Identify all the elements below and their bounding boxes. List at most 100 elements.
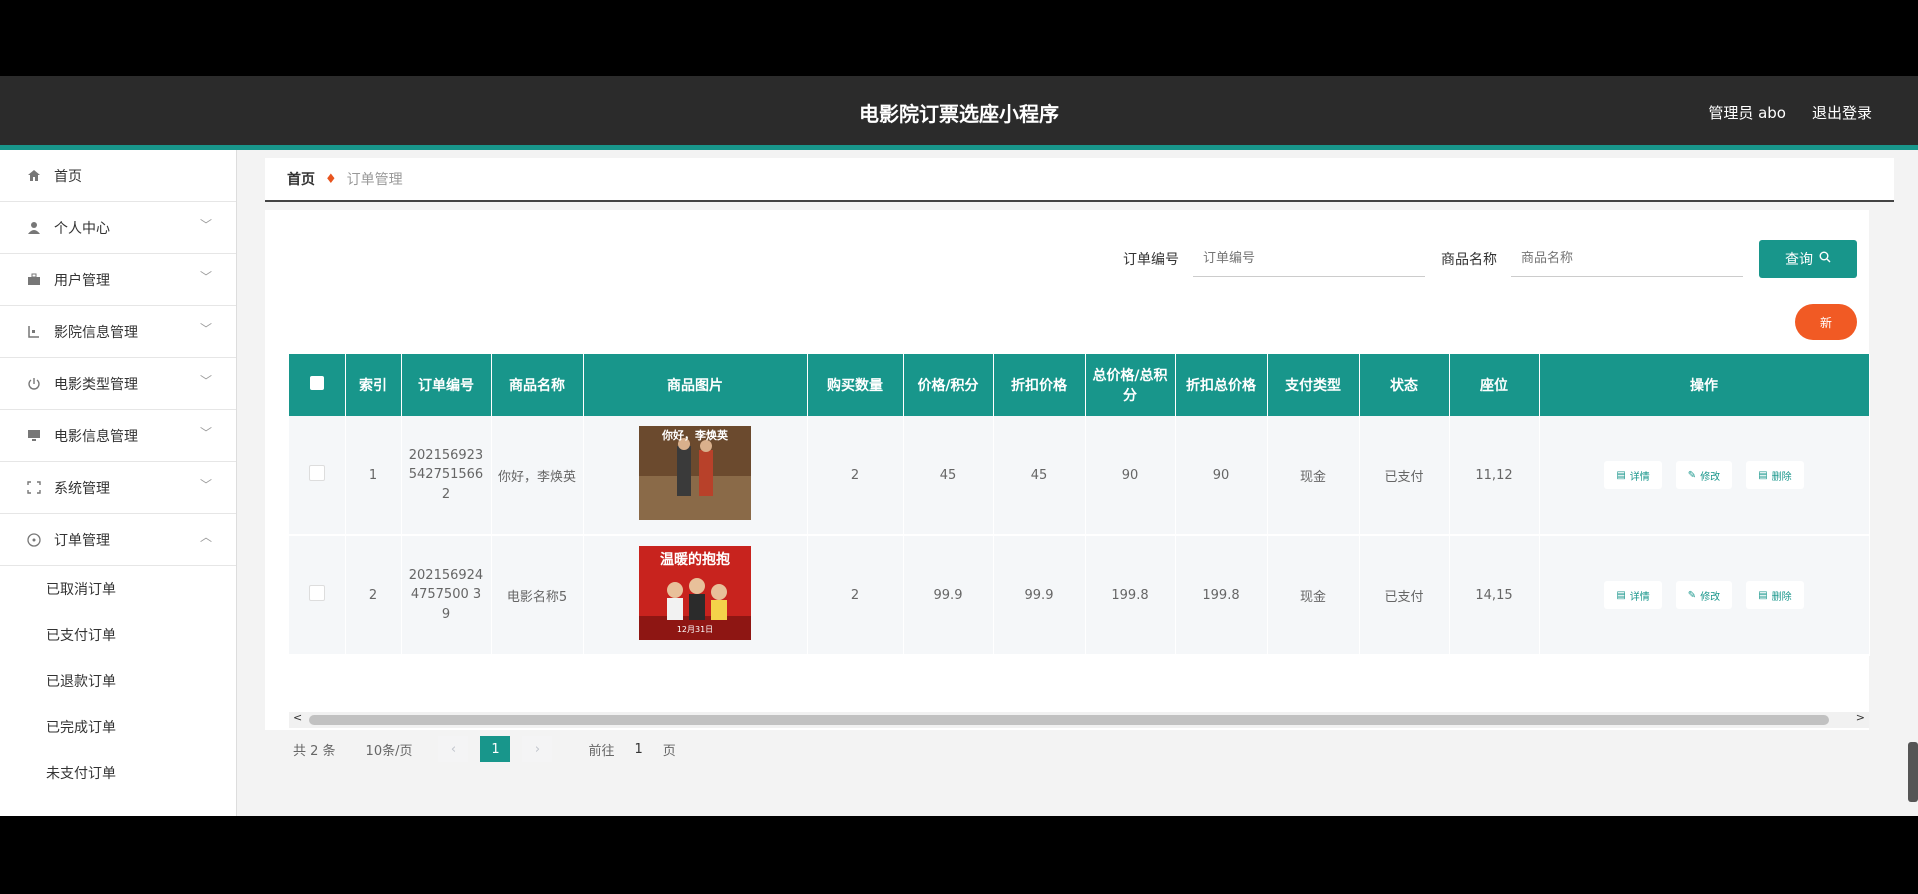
column-header: 折扣价格 [993,354,1086,416]
sidebar-item-movie-type[interactable]: 电影类型管理 ﹀ [0,358,236,410]
sidebar-item-label: 用户管理 [54,272,110,289]
scroll-right-arrow-icon[interactable]: > [1856,711,1865,724]
breadcrumb-home[interactable]: 首页 [287,169,315,189]
goto-input[interactable]: 1 [635,742,643,757]
query-button-label: 查询 [1785,252,1813,268]
sidebar-item-label: 系统管理 [54,480,110,497]
row-select-cell[interactable] [289,416,346,536]
product-name-input[interactable] [1511,241,1743,277]
flame-icon: ♦ [325,171,337,187]
page-unit-label: 页 [662,743,676,759]
column-header: 价格/积分 [903,354,994,416]
search-bar: 订单编号 商品名称 查询 [1123,240,1869,278]
admin-label: 管理员 abo [1708,104,1786,122]
next-page-button[interactable]: › [522,736,553,762]
page-number-button[interactable]: 1 [480,736,511,762]
cell-poster: 你好，李焕英 [583,416,808,536]
cell-qty: 2 [807,416,904,536]
sidebar-subitem-cancelled[interactable]: 已取消订单 [0,566,236,612]
delete-label: 删除 [1771,471,1792,483]
cell-seat: 11,12 [1449,416,1540,536]
cell-discount-total: 199.8 [1175,535,1268,656]
column-header: 购买数量 [807,354,904,416]
edit-button[interactable]: ✎ 修改 [1675,581,1733,609]
add-button[interactable]: 新 [1795,304,1857,340]
total-count: 共 2 条 [293,743,336,759]
poster-title-text: 你好，李焕英 [661,428,729,442]
user-icon [26,221,42,235]
product-name-label: 商品名称 [1441,252,1497,268]
edit-label: 修改 [1700,471,1721,483]
edit-label: 修改 [1700,591,1721,603]
cell-actions: ▤ 详情 ✎ 修改 ▤ 删除 [1539,535,1870,656]
building-icon [26,325,42,339]
delete-button[interactable]: ▤ 删除 [1746,581,1804,609]
edit-button[interactable]: ✎ 修改 [1675,461,1733,489]
select-all-header[interactable] [289,354,346,416]
query-button[interactable]: 查询 [1759,240,1857,278]
sidebar-item-home[interactable]: 首页 [0,150,236,202]
delete-label: 删除 [1771,591,1792,603]
poster-title-text: 温暖的抱抱 [660,551,730,568]
cell-discount: 45 [993,416,1086,536]
table-row: 2 2021569244757500 39 电影名称5 温暖的抱抱 12月31日… [289,535,1870,656]
delete-button[interactable]: ▤ 删除 [1746,461,1804,489]
order-table: 索引 订单编号 商品名称 商品图片 购买数量 价格/积分 折扣价格 总价格/总积… [289,354,1870,656]
sidebar-item-label: 电影类型管理 [54,376,138,393]
sidebar-subitem-paid[interactable]: 已支付订单 [0,612,236,658]
order-no-input[interactable] [1193,241,1425,277]
vertical-scrollbar[interactable] [1908,742,1918,802]
select-all-checkbox[interactable] [309,376,324,390]
scroll-left-arrow-icon[interactable]: < [293,711,302,724]
detail-button[interactable]: ▤ 详情 [1604,581,1662,609]
horizontal-scrollbar[interactable]: < > [289,711,1869,728]
breadcrumb: 首页 ♦ 订单管理 [265,158,1894,202]
order-no-label: 订单编号 [1123,252,1179,268]
cell-product: 你好，李焕英 [491,416,584,536]
sidebar-item-system[interactable]: 系统管理 ﹀ [0,462,236,514]
movie-poster-image[interactable]: 温暖的抱抱 12月31日 [639,546,751,640]
row-checkbox[interactable] [308,585,325,601]
row-checkbox[interactable] [308,465,325,481]
goto-label: 前往 [588,743,615,759]
sidebar-item-users[interactable]: 用户管理 ﹀ [0,254,236,306]
trash-icon: ▤ [1758,589,1768,601]
detail-button[interactable]: ▤ 详情 [1604,461,1662,489]
scrollbar-thumb[interactable] [309,715,1829,725]
cell-actions: ▤ 详情 ✎ 修改 ▤ 删除 [1539,416,1870,536]
sidebar-subitem-completed[interactable]: 已完成订单 [0,704,236,750]
detail-label: 详情 [1629,591,1650,603]
cell-price: 45 [903,416,994,536]
letterbox-top [0,0,1918,76]
edit-icon: ✎ [1687,469,1697,481]
cell-seat: 14,15 [1449,535,1540,656]
cell-status: 已支付 [1359,535,1450,656]
trash-icon: ▤ [1758,469,1768,481]
column-header: 商品图片 [583,354,808,416]
row-select-cell[interactable] [289,535,346,656]
search-icon [1819,251,1831,267]
sidebar-item-orders[interactable]: 订单管理 ︿ [0,514,236,566]
table-row: 1 2021569235427515662 你好，李焕英 你好，李焕英 2 45… [289,416,1870,536]
sidebar-subitem-unpaid[interactable]: 未支付订单 [0,750,236,796]
page-size-select[interactable]: 10条/页 [366,740,413,759]
edit-icon: ✎ [1687,589,1697,601]
chevron-down-icon: ﹀ [199,478,212,492]
frame-icon [26,481,42,495]
sidebar-item-cinema[interactable]: 影院信息管理 ﹀ [0,306,236,358]
table-header-row: 索引 订单编号 商品名称 商品图片 购买数量 价格/积分 折扣价格 总价格/总积… [289,354,1870,416]
power-icon [26,377,42,391]
column-header: 商品名称 [491,354,584,416]
column-header: 订单编号 [401,354,492,416]
sidebar-item-movie-info[interactable]: 电影信息管理 ﹀ [0,410,236,462]
cell-discount-total: 90 [1175,416,1268,536]
cell-order-no: 2021569235427515662 [401,416,492,536]
chevron-down-icon: ﹀ [199,374,212,388]
sidebar-subitem-refunded[interactable]: 已退款订单 [0,658,236,704]
logout-link[interactable]: 退出登录 [1812,102,1872,123]
cell-status: 已支付 [1359,416,1450,536]
cell-pay-type: 现金 [1267,416,1360,536]
prev-page-button[interactable]: ‹ [438,736,469,762]
sidebar-item-profile[interactable]: 个人中心 ﹀ [0,202,236,254]
movie-poster-image[interactable]: 你好，李焕英 [639,426,751,520]
